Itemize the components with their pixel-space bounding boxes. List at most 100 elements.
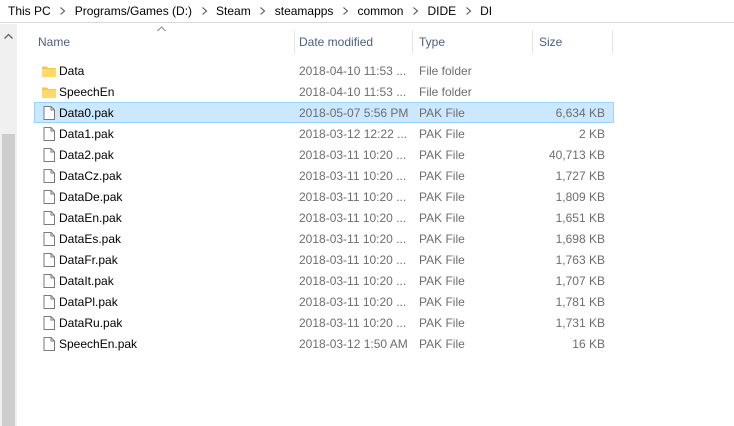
file-size: 2 KB xyxy=(578,127,605,141)
file-row[interactable]: DataCz.pak 2018-03-11 10:20 ... PAK File 1,… xyxy=(34,165,614,186)
file-date-modified: 2018-03-11 10:20 ... xyxy=(299,253,407,267)
file-type: PAK File xyxy=(419,232,465,246)
file-row[interactable]: DataPl.pak 2018-03-11 10:20 ... PAK File 1,… xyxy=(34,291,614,312)
file-row[interactable]: DataEs.pak 2018-03-11 10:20 ... PAK File 1,… xyxy=(34,228,614,249)
breadcrumb-item[interactable]: Steam xyxy=(214,4,253,18)
file-icon xyxy=(41,315,57,331)
breadcrumb-chevron-icon[interactable] xyxy=(405,6,425,17)
file-type: PAK File xyxy=(419,127,465,141)
file-type: PAK File xyxy=(419,316,465,330)
file-type: PAK File xyxy=(419,274,465,288)
file-icon xyxy=(41,105,57,121)
breadcrumb-chevron-icon[interactable] xyxy=(458,6,478,17)
breadcrumb-item[interactable]: DI xyxy=(478,4,494,18)
file-list: Data 2018-04-10 11:53 ... File folder Speec… xyxy=(34,60,614,354)
file-size: 1,707 KB xyxy=(555,274,605,288)
file-row[interactable]: DataRu.pak 2018-03-11 10:20 ... PAK File 1,… xyxy=(34,312,614,333)
file-date-modified: 2018-03-11 10:20 ... xyxy=(299,169,407,183)
file-size: 1,809 KB xyxy=(555,190,605,204)
breadcrumb-item[interactable]: This PC xyxy=(6,4,53,18)
file-row[interactable]: DataFr.pak 2018-03-11 10:20 ... PAK File 1,… xyxy=(34,249,614,270)
file-name: Data xyxy=(59,64,85,78)
folder-icon xyxy=(41,84,57,100)
file-row[interactable]: Data2.pak 2018-03-11 10:20 ... PAK File 40,… xyxy=(34,144,614,165)
breadcrumb-chevron-icon[interactable] xyxy=(335,6,355,17)
breadcrumb: This PC Programs/Games (D:) Steam steamapps… xyxy=(0,0,734,23)
file-row[interactable]: Data 2018-04-10 11:53 ... File folder xyxy=(34,60,614,81)
file-date-modified: 2018-04-10 11:53 ... xyxy=(299,64,407,78)
breadcrumb-item[interactable]: Programs/Games (D:) xyxy=(73,4,194,18)
file-size: 1,651 KB xyxy=(555,211,605,225)
breadcrumb-chevron-icon[interactable] xyxy=(53,6,73,17)
breadcrumb-chevron-icon[interactable] xyxy=(194,6,214,17)
file-name: SpeechEn.pak xyxy=(59,337,138,351)
file-name: DataIt.pak xyxy=(59,274,114,288)
file-row[interactable]: DataDe.pak 2018-03-11 10:20 ... PAK File 1,… xyxy=(34,186,614,207)
column-name[interactable]: Name xyxy=(34,28,292,56)
file-date-modified: 2018-03-11 10:20 ... xyxy=(299,232,407,246)
file-name: Data1.pak xyxy=(59,127,114,141)
column-date-modified[interactable]: Date modified xyxy=(295,28,411,56)
file-date-modified: 2018-03-12 12:22 ... xyxy=(299,127,408,141)
file-size: 6,634 KB xyxy=(555,106,605,120)
file-type: PAK File xyxy=(419,190,465,204)
file-icon xyxy=(41,252,57,268)
column-header: Name Date modified Type Size xyxy=(17,24,734,60)
file-icon xyxy=(41,147,57,163)
scroll-thumb[interactable] xyxy=(2,134,15,426)
file-row[interactable]: DataIt.pak 2018-03-11 10:20 ... PAK File 1,… xyxy=(34,270,614,291)
scroll-up-button[interactable] xyxy=(0,30,17,42)
breadcrumb-chevron-icon[interactable] xyxy=(253,6,273,17)
file-icon xyxy=(41,126,57,142)
file-type: PAK File xyxy=(419,211,465,225)
file-row[interactable]: Data0.pak 2018-05-07 5:56 PM PAK File 6,634… xyxy=(34,102,614,123)
column-type[interactable]: Type xyxy=(415,28,531,56)
file-type: PAK File xyxy=(419,253,465,267)
file-icon xyxy=(41,273,57,289)
file-date-modified: 2018-03-11 10:20 ... xyxy=(299,274,407,288)
file-row[interactable]: Data1.pak 2018-03-12 12:22 ... PAK File 2 K… xyxy=(34,123,614,144)
file-size: 1,781 KB xyxy=(555,295,605,309)
file-name: Data0.pak xyxy=(59,106,114,120)
breadcrumb-item[interactable]: common xyxy=(355,4,405,18)
file-type: File folder xyxy=(419,85,472,99)
file-icon xyxy=(41,210,57,226)
folder-icon xyxy=(41,63,57,79)
file-date-modified: 2018-03-11 10:20 ... xyxy=(299,190,407,204)
file-type: PAK File xyxy=(419,148,465,162)
file-size: 1,698 KB xyxy=(555,232,605,246)
file-date-modified: 2018-04-10 11:53 ... xyxy=(299,85,407,99)
file-size: 1,731 KB xyxy=(555,316,605,330)
file-size: 1,727 KB xyxy=(555,169,605,183)
breadcrumb-item[interactable]: DIDE xyxy=(425,4,458,18)
file-date-modified: 2018-03-11 10:20 ... xyxy=(299,316,407,330)
column-divider[interactable] xyxy=(532,30,533,54)
file-row[interactable]: DataEn.pak 2018-03-11 10:20 ... PAK File 1,… xyxy=(34,207,614,228)
file-name: DataEs.pak xyxy=(59,232,122,246)
file-name: SpeechEn xyxy=(59,85,115,99)
file-row[interactable]: SpeechEn 2018-04-10 11:53 ... File folder xyxy=(34,81,614,102)
file-name: DataPl.pak xyxy=(59,295,118,309)
nav-pane-scrollbar[interactable] xyxy=(0,24,17,426)
breadcrumb-item[interactable]: steamapps xyxy=(273,4,336,18)
file-type: PAK File xyxy=(419,106,465,120)
column-divider[interactable] xyxy=(412,30,413,54)
column-size[interactable]: Size xyxy=(535,28,611,56)
file-name: DataEn.pak xyxy=(59,211,122,225)
file-icon xyxy=(41,336,57,352)
file-icon xyxy=(41,294,57,310)
file-icon xyxy=(41,231,57,247)
file-type: PAK File xyxy=(419,337,465,351)
chevron-up-icon xyxy=(4,33,13,39)
file-type: PAK File xyxy=(419,295,465,309)
file-row[interactable]: SpeechEn.pak 2018-03-12 1:50 AM PAK File 16… xyxy=(34,333,614,354)
file-name: DataRu.pak xyxy=(59,316,123,330)
file-size: 1,763 KB xyxy=(555,253,605,267)
file-size: 40,713 KB xyxy=(548,148,605,162)
column-divider[interactable] xyxy=(612,30,613,54)
file-name: DataFr.pak xyxy=(59,253,118,267)
file-date-modified: 2018-03-12 1:50 AM xyxy=(299,337,408,351)
file-date-modified: 2018-03-11 10:20 ... xyxy=(299,148,407,162)
file-type: File folder xyxy=(419,64,472,78)
file-date-modified: 2018-03-11 10:20 ... xyxy=(299,211,407,225)
